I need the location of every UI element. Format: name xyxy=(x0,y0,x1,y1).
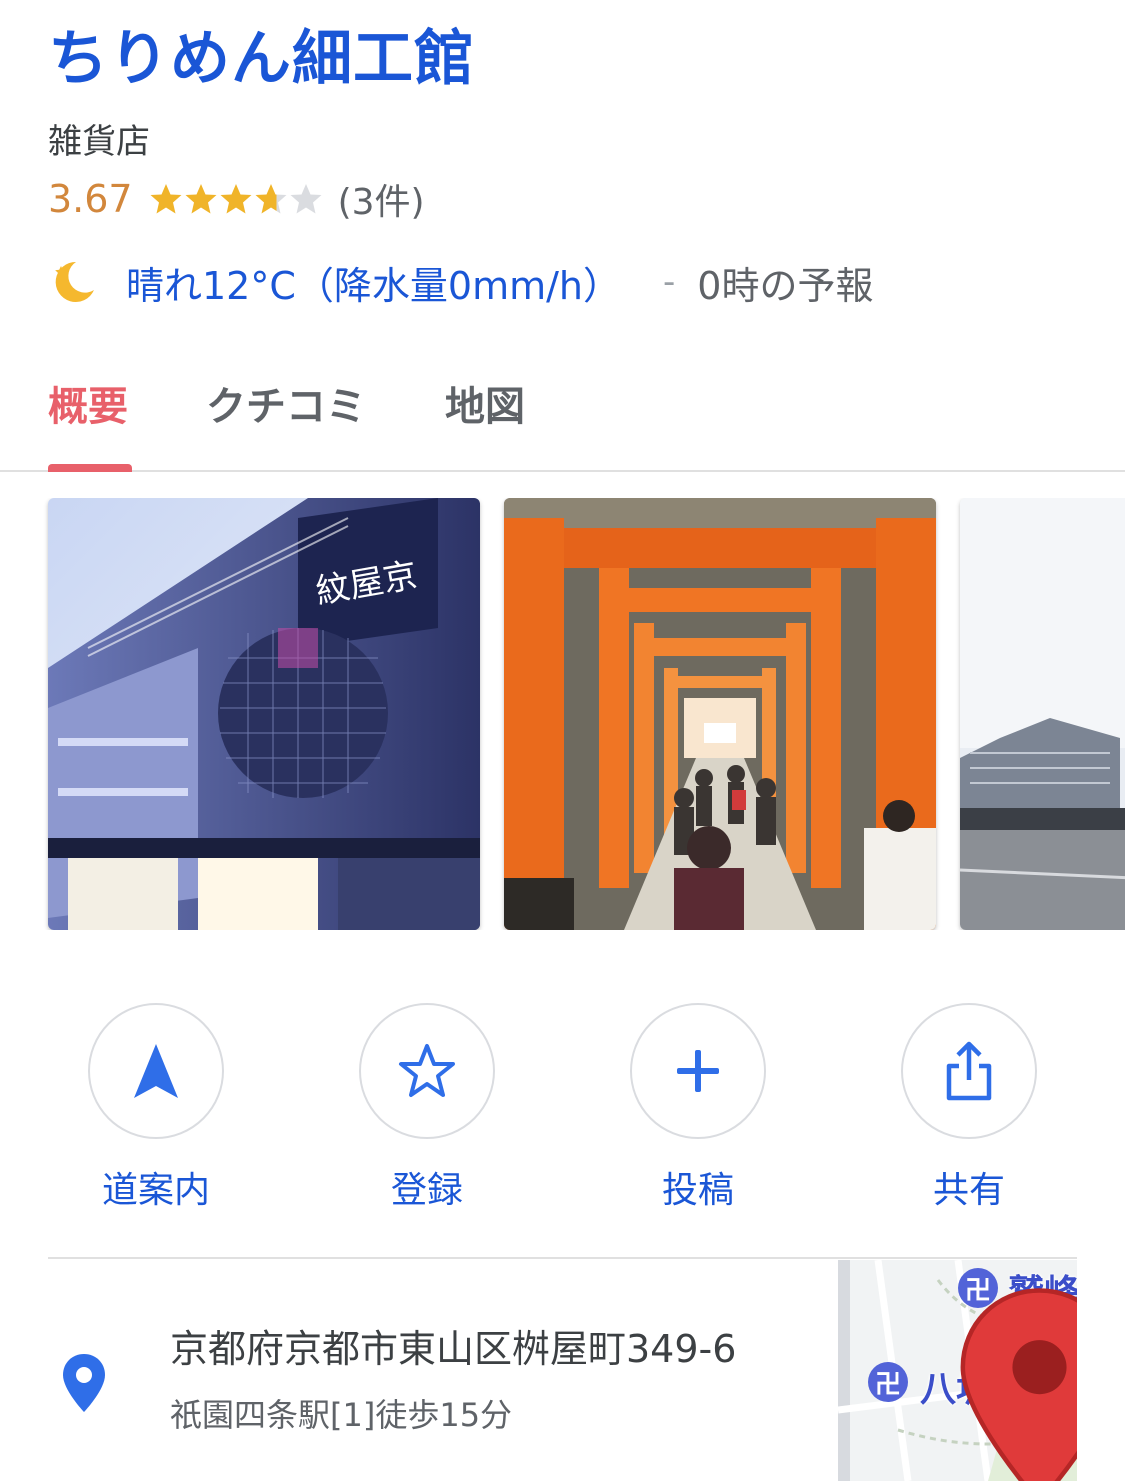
save-button[interactable]: 登録 xyxy=(337,1003,517,1213)
forecast-time: 0時の予報 xyxy=(697,263,874,308)
star-icon xyxy=(290,184,322,214)
star-outline-icon xyxy=(399,1044,455,1097)
place-category: 雑貨店 xyxy=(48,122,150,162)
weather-separator: - xyxy=(662,262,676,302)
photo-carousel[interactable]: 紋屋京 xyxy=(0,498,1125,930)
crescent-moon-icon xyxy=(55,261,94,302)
star-icon xyxy=(150,184,182,214)
weather-row: 晴れ12°C（降水量0mm/h） - 0時の予報 xyxy=(48,252,873,312)
rating-value: 3.67 xyxy=(48,177,133,221)
save-label: 登録 xyxy=(390,1170,463,1211)
location-pin-icon xyxy=(63,1354,105,1412)
post-label: 投稿 xyxy=(661,1170,734,1211)
directions-button[interactable]: 道案内 xyxy=(66,1003,246,1213)
map-pin-icon xyxy=(960,1288,1077,1481)
tab-bar: 概要 クチコミ 地図 xyxy=(0,360,1125,472)
rating-row[interactable]: 3.67 (3件) xyxy=(48,172,425,226)
rating-stars xyxy=(149,182,324,216)
navigation-arrow-icon xyxy=(134,1044,178,1098)
tab-reviews[interactable]: クチコミ xyxy=(206,374,366,432)
temple-symbol: 卍 xyxy=(868,1362,908,1402)
tab-map[interactable]: 地図 xyxy=(445,374,525,432)
shop-building-photo[interactable]: 紋屋京 xyxy=(48,498,480,930)
action-buttons: 道案内 登録 投稿 共有 xyxy=(0,1003,1125,1213)
directions-label: 道案内 xyxy=(101,1170,210,1211)
star-icon xyxy=(185,184,217,214)
mini-map[interactable]: 卍 鷲峰 卍 八坂庚申 xyxy=(838,1260,1077,1481)
star-icon xyxy=(255,184,287,214)
share-icon xyxy=(946,1041,992,1101)
torii-gate-tunnel-photo[interactable] xyxy=(504,498,936,930)
weather-text: 晴れ12°C（降水量0mm/h） xyxy=(126,263,621,308)
star-icon xyxy=(220,184,252,214)
share-button[interactable]: 共有 xyxy=(879,1003,1059,1213)
section-divider xyxy=(48,1257,1077,1259)
share-label: 共有 xyxy=(932,1170,1005,1211)
station-building-photo[interactable] xyxy=(960,498,1125,930)
review-count[interactable]: (3件) xyxy=(338,173,425,225)
station-access-text: 祇園四条駅[1]徒歩15分 xyxy=(170,1396,513,1434)
post-button[interactable]: 投稿 xyxy=(608,1003,788,1213)
address-row[interactable]: 京都府京都市東山区桝屋町349-6 祇園四条駅[1]徒歩15分 xyxy=(0,1260,838,1481)
place-title: ちりめん細工館 xyxy=(48,24,475,94)
address-text: 京都府京都市東山区桝屋町349-6 xyxy=(170,1327,737,1371)
active-tab-indicator xyxy=(48,464,132,472)
plus-icon xyxy=(677,1050,719,1092)
tab-overview[interactable]: 概要 xyxy=(48,374,128,432)
